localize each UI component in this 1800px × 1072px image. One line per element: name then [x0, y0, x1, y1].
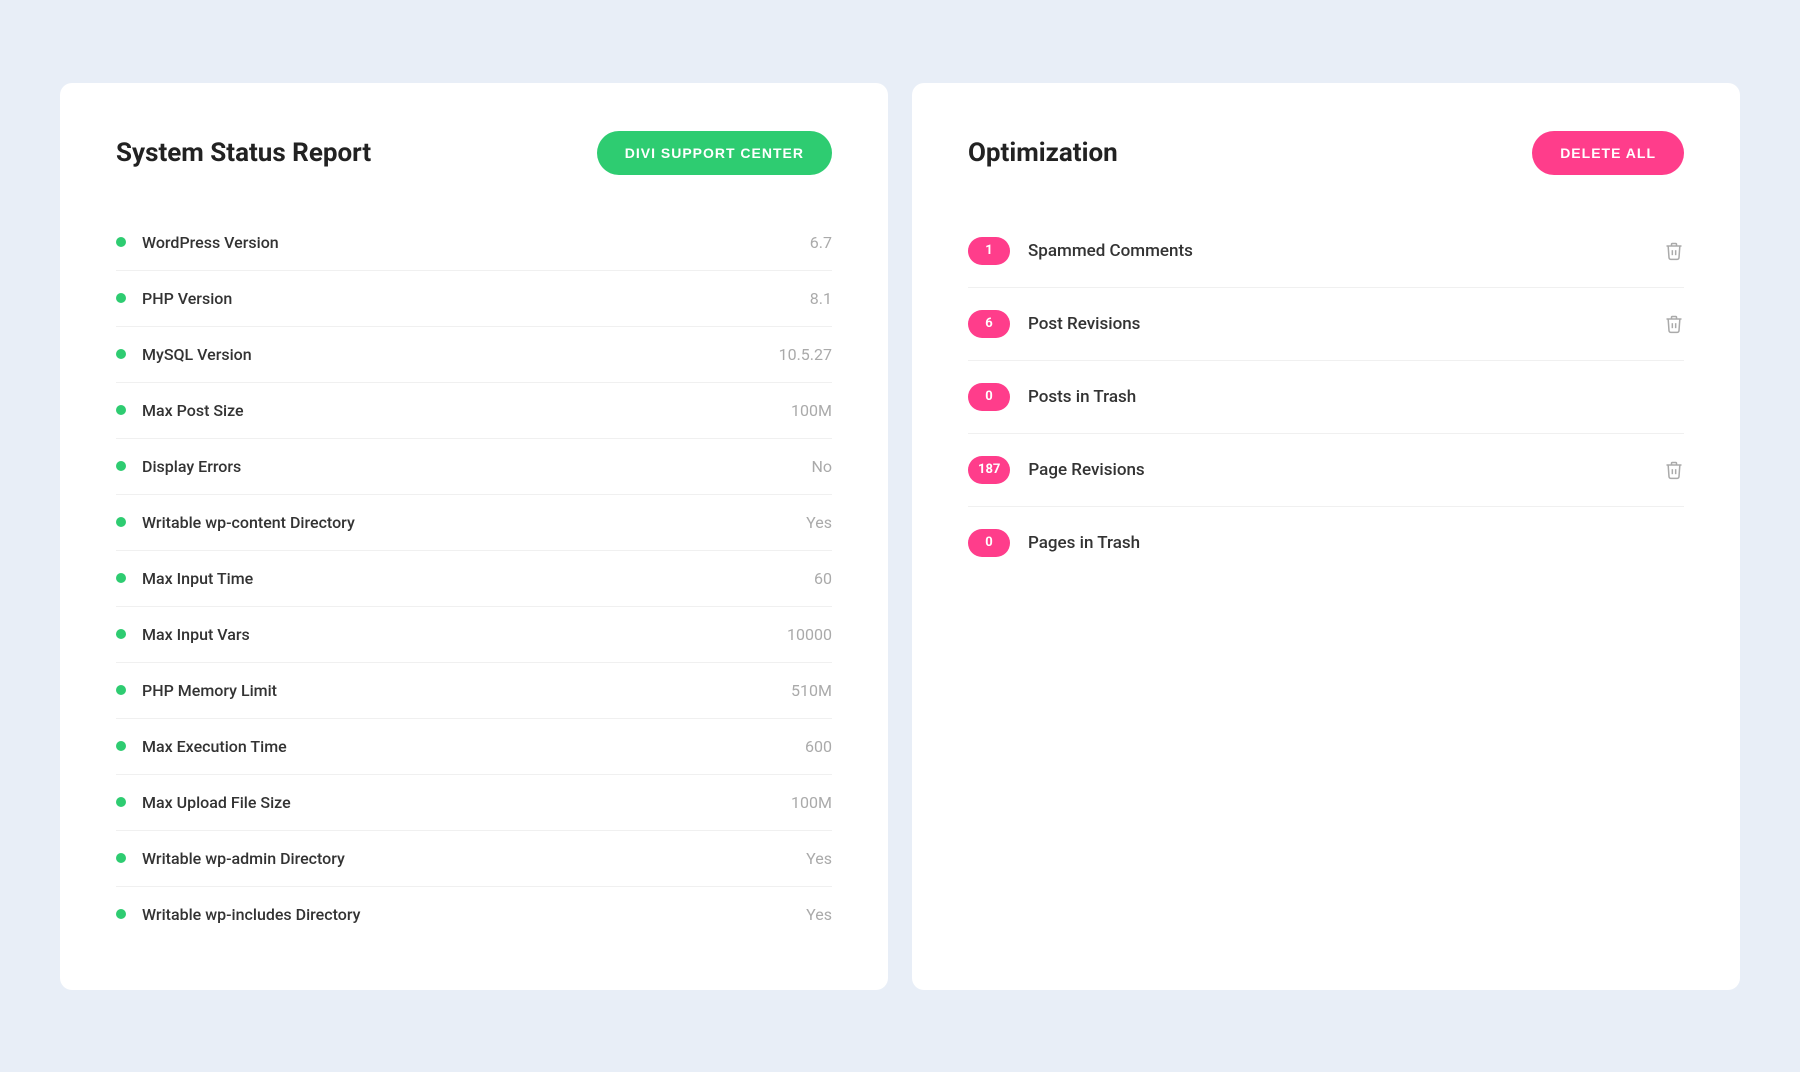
- status-item-value: 600: [805, 737, 832, 756]
- delete-icon[interactable]: [1664, 241, 1684, 261]
- status-item-label: WordPress Version: [116, 233, 279, 252]
- divi-support-center-button[interactable]: DIVI SUPPORT CENTER: [597, 131, 832, 175]
- optimization-card-title: Optimization: [968, 138, 1118, 168]
- status-item-label: Writable wp-content Directory: [116, 513, 355, 532]
- status-item: Max Upload File Size 100M: [116, 775, 832, 831]
- status-item-value: No: [811, 457, 832, 476]
- status-item: Max Input Vars 10000: [116, 607, 832, 663]
- status-item-value: 100M: [791, 401, 832, 420]
- status-item: Writable wp-includes Directory Yes: [116, 887, 832, 942]
- status-item-label: Max Upload File Size: [116, 793, 291, 812]
- green-dot-icon: [116, 349, 126, 359]
- status-item-label: Max Input Vars: [116, 625, 250, 644]
- opt-item-badge: 0: [968, 529, 1010, 557]
- optimization-card: Optimization DELETE ALL 1 Spammed Commen…: [912, 83, 1740, 990]
- optimization-card-header: Optimization DELETE ALL: [968, 131, 1684, 175]
- status-card-header: System Status Report DIVI SUPPORT CENTER: [116, 131, 832, 175]
- green-dot-icon: [116, 629, 126, 639]
- opt-item-badge: 0: [968, 383, 1010, 411]
- status-item-value: Yes: [806, 849, 832, 868]
- status-item-label: MySQL Version: [116, 345, 252, 364]
- status-item-label: Max Post Size: [116, 401, 244, 420]
- optimization-list: 1 Spammed Comments 6 Post Revisions: [968, 215, 1684, 579]
- status-item: MySQL Version 10.5.27: [116, 327, 832, 383]
- opt-item-badge: 6: [968, 310, 1010, 338]
- green-dot-icon: [116, 461, 126, 471]
- status-item-label: Display Errors: [116, 457, 241, 476]
- status-item: WordPress Version 6.7: [116, 215, 832, 271]
- green-dot-icon: [116, 685, 126, 695]
- main-container: System Status Report DIVI SUPPORT CENTER…: [60, 83, 1740, 990]
- opt-item: 1 Spammed Comments: [968, 215, 1684, 288]
- status-item-value: 6.7: [810, 233, 832, 252]
- status-item-value: 510M: [791, 681, 832, 700]
- status-item-label: Writable wp-admin Directory: [116, 849, 345, 868]
- opt-item: 0 Pages in Trash: [968, 507, 1684, 579]
- green-dot-icon: [116, 573, 126, 583]
- status-item-value: 100M: [791, 793, 832, 812]
- green-dot-icon: [116, 293, 126, 303]
- status-item-value: Yes: [806, 905, 832, 924]
- status-item: Max Input Time 60: [116, 551, 832, 607]
- opt-item-label: Page Revisions: [1028, 460, 1646, 480]
- delete-icon[interactable]: [1664, 314, 1684, 334]
- opt-item-label: Pages in Trash: [1028, 533, 1684, 553]
- status-item-label: Max Input Time: [116, 569, 253, 588]
- green-dot-icon: [116, 237, 126, 247]
- opt-item: 6 Post Revisions: [968, 288, 1684, 361]
- status-card-title: System Status Report: [116, 138, 371, 168]
- opt-item: 187 Page Revisions: [968, 434, 1684, 507]
- status-item: Writable wp-content Directory Yes: [116, 495, 832, 551]
- green-dot-icon: [116, 517, 126, 527]
- status-item: Max Execution Time 600: [116, 719, 832, 775]
- green-dot-icon: [116, 909, 126, 919]
- status-item-label: PHP Memory Limit: [116, 681, 277, 700]
- status-item: Display Errors No: [116, 439, 832, 495]
- status-item-value: Yes: [806, 513, 832, 532]
- opt-item-label: Posts in Trash: [1028, 387, 1684, 407]
- status-item: Writable wp-admin Directory Yes: [116, 831, 832, 887]
- green-dot-icon: [116, 853, 126, 863]
- status-item-label: PHP Version: [116, 289, 232, 308]
- opt-item-label: Spammed Comments: [1028, 241, 1646, 261]
- status-item-value: 10000: [787, 625, 832, 644]
- delete-icon[interactable]: [1664, 460, 1684, 480]
- green-dot-icon: [116, 741, 126, 751]
- status-item-label: Max Execution Time: [116, 737, 287, 756]
- opt-item: 0 Posts in Trash: [968, 361, 1684, 434]
- status-item: Max Post Size 100M: [116, 383, 832, 439]
- opt-item-badge: 1: [968, 237, 1010, 265]
- status-item: PHP Memory Limit 510M: [116, 663, 832, 719]
- status-item-label: Writable wp-includes Directory: [116, 905, 360, 924]
- status-list: WordPress Version 6.7 PHP Version 8.1 My…: [116, 215, 832, 942]
- system-status-card: System Status Report DIVI SUPPORT CENTER…: [60, 83, 888, 990]
- green-dot-icon: [116, 797, 126, 807]
- opt-item-badge: 187: [968, 456, 1010, 484]
- status-item: PHP Version 8.1: [116, 271, 832, 327]
- green-dot-icon: [116, 405, 126, 415]
- opt-item-label: Post Revisions: [1028, 314, 1646, 334]
- status-item-value: 10.5.27: [779, 345, 832, 364]
- status-item-value: 8.1: [810, 289, 832, 308]
- delete-all-button[interactable]: DELETE ALL: [1532, 131, 1684, 175]
- status-item-value: 60: [814, 569, 832, 588]
